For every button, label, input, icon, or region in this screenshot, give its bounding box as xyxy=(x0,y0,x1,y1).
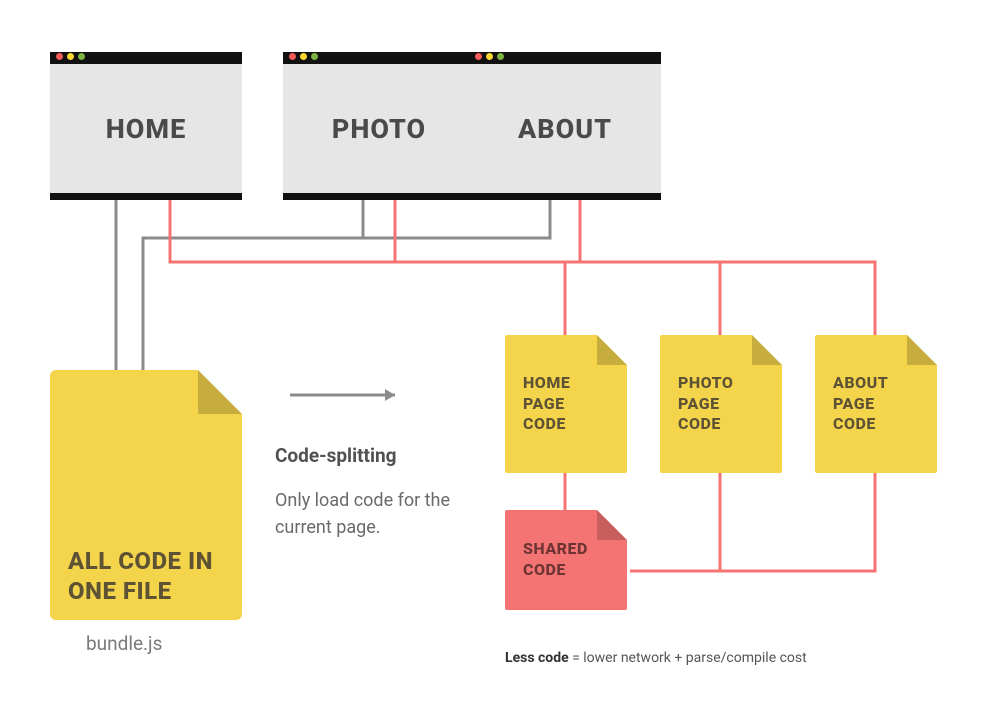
chunk-photo: PHOTO PAGE CODE xyxy=(660,335,782,473)
window-title: ABOUT xyxy=(518,113,612,145)
chunk-home: HOME PAGE CODE xyxy=(505,335,627,473)
chunk-about: ABOUT PAGE CODE xyxy=(815,335,937,473)
code-splitting-body: Only load code for the current page. xyxy=(275,487,495,541)
center-explanation: Code-splitting Only load code for the cu… xyxy=(275,444,495,541)
chunk-label: HOME PAGE CODE xyxy=(523,373,609,435)
close-icon xyxy=(289,53,296,60)
footnote-bold: Less code xyxy=(505,650,569,666)
footnote-rest: = lower network + parse/compile cost xyxy=(569,650,807,666)
minimize-icon xyxy=(300,53,307,60)
browser-window-home: HOME xyxy=(50,52,242,200)
window-title: PHOTO xyxy=(332,113,426,145)
close-icon xyxy=(56,53,63,60)
window-control-dots xyxy=(289,53,318,60)
chunk-label: PHOTO PAGE CODE xyxy=(678,373,764,435)
browser-window-about: ABOUT xyxy=(469,52,661,200)
chunk-label: ABOUT PAGE CODE xyxy=(833,373,919,435)
bundle-filename: bundle.js xyxy=(86,632,162,655)
browser-window-photo: PHOTO xyxy=(283,52,475,200)
chunk-label: SHARED CODE xyxy=(523,539,609,581)
close-icon xyxy=(475,53,482,60)
maximize-icon xyxy=(497,53,504,60)
bundle-file: ALL CODE IN ONE FILE xyxy=(50,370,242,620)
bundle-file-label: ALL CODE IN ONE FILE xyxy=(68,546,224,606)
chunk-shared: SHARED CODE xyxy=(505,510,627,610)
maximize-icon xyxy=(78,53,85,60)
footnote: Less code = lower network + parse/compil… xyxy=(505,650,807,666)
maximize-icon xyxy=(311,53,318,60)
code-splitting-heading: Code-splitting xyxy=(275,444,495,467)
window-control-dots xyxy=(56,53,85,60)
window-control-dots xyxy=(475,53,504,60)
minimize-icon xyxy=(67,53,74,60)
minimize-icon xyxy=(486,53,493,60)
window-title: HOME xyxy=(106,113,186,145)
